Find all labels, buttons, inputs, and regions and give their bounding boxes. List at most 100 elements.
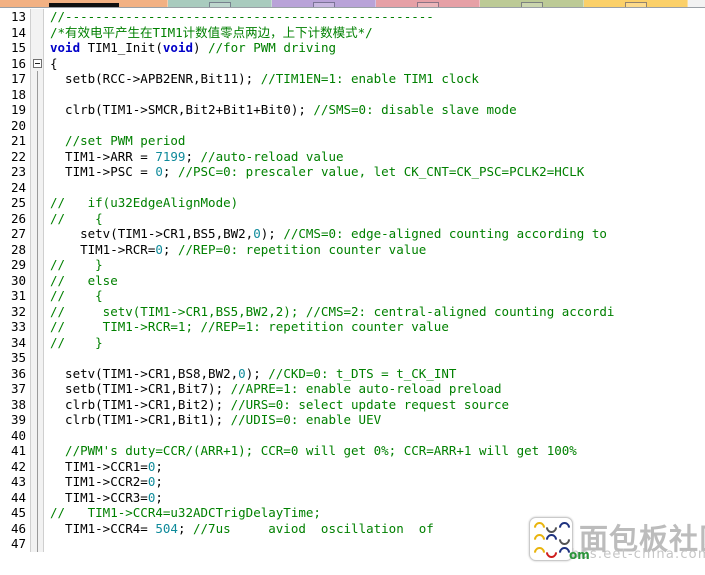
- code-line[interactable]: 24: [0, 179, 705, 196]
- fold-column[interactable]: [30, 257, 44, 273]
- code-text[interactable]: [44, 87, 705, 103]
- code-line[interactable]: 20: [0, 117, 705, 134]
- fold-column[interactable]: [30, 520, 44, 536]
- code-text[interactable]: TIM1->RCR=0; //REP=0: repetition counter…: [44, 242, 705, 258]
- fold-column[interactable]: [30, 474, 44, 490]
- fold-column[interactable]: [30, 86, 44, 102]
- file-tab-strip[interactable]: [0, 0, 705, 8]
- fold-column[interactable]: [30, 365, 44, 381]
- code-text[interactable]: [44, 350, 705, 366]
- code-line[interactable]: 42 TIM1->CCR1=0;: [0, 458, 705, 475]
- fold-column[interactable]: [30, 102, 44, 118]
- code-line[interactable]: 43 TIM1->CCR2=0;: [0, 474, 705, 490]
- code-text[interactable]: {: [44, 56, 705, 72]
- code-text[interactable]: void TIM1_Init(void) //for PWM driving: [44, 40, 705, 56]
- code-text[interactable]: TIM1->ARR = 7199; //auto-reload value: [44, 149, 705, 165]
- fold-column[interactable]: [30, 505, 44, 521]
- code-line[interactable]: 13 //------------------------------------…: [0, 9, 705, 25]
- code-text[interactable]: // else: [44, 273, 705, 289]
- fold-column[interactable]: [30, 24, 44, 40]
- code-text[interactable]: // setv(TIM1->CR1,BS5,BW2,2); //CMS=2: c…: [44, 304, 705, 320]
- code-text[interactable]: // TIM1->RCR=1; //REP=1: repetition coun…: [44, 319, 705, 335]
- code-text[interactable]: [44, 180, 705, 196]
- fold-column[interactable]: [30, 9, 44, 25]
- code-line[interactable]: 22 TIM1->ARR = 7199; //auto-reload value: [0, 148, 705, 165]
- code-text[interactable]: //set PWM period: [44, 133, 705, 149]
- code-line[interactable]: 35: [0, 350, 705, 366]
- code-text[interactable]: TIM1->CCR4= 504; //7us aviod oscillation…: [44, 521, 705, 537]
- file-tab-0[interactable]: [0, 0, 168, 7]
- code-text[interactable]: clrb(TIM1->SMCR,Bit2+Bit1+Bit0); //SMS=0…: [44, 102, 705, 118]
- fold-column[interactable]: [30, 288, 44, 304]
- code-line[interactable]: 23 TIM1->PSC = 0; //PSC=0: prescaler val…: [0, 164, 705, 180]
- editor-pane[interactable]: 13 //------------------------------------…: [0, 9, 705, 575]
- fold-column[interactable]: [30, 164, 44, 180]
- fold-column[interactable]: [30, 443, 44, 459]
- code-line[interactable]: 39 clrb(TIM1->CR1,Bit1); //UDIS=0: enabl…: [0, 412, 705, 428]
- fold-column[interactable]: [30, 334, 44, 350]
- fold-column[interactable]: [30, 210, 44, 226]
- fold-collapse-icon[interactable]: [33, 58, 42, 68]
- code-lines-container[interactable]: 13 //------------------------------------…: [0, 9, 705, 575]
- fold-column[interactable]: [30, 226, 44, 242]
- code-line[interactable]: 31 // {: [0, 288, 705, 304]
- code-line[interactable]: 19 clrb(TIM1->SMCR,Bit2+Bit1+Bit0); //SM…: [0, 102, 705, 118]
- code-line[interactable]: 21 //set PWM period: [0, 133, 705, 149]
- code-text[interactable]: // if(u32EdgeAlignMode): [44, 195, 705, 211]
- fold-column[interactable]: [30, 350, 44, 366]
- code-text[interactable]: [44, 536, 705, 552]
- fold-column[interactable]: [30, 381, 44, 397]
- code-text[interactable]: setb(RCC->APB2ENR,Bit11); //TIM1EN=1: en…: [44, 71, 705, 87]
- code-line[interactable]: 45 // TIM1->CCR4=u32ADCTrigDelayTime;: [0, 505, 705, 521]
- code-text[interactable]: // {: [44, 211, 705, 227]
- file-tab-1[interactable]: [168, 0, 272, 7]
- code-text[interactable]: TIM1->CCR1=0;: [44, 459, 705, 475]
- code-line[interactable]: 37 setb(TIM1->CR1,Bit7); //APRE=1: enabl…: [0, 381, 705, 397]
- fold-column[interactable]: [30, 427, 44, 443]
- fold-column[interactable]: [30, 458, 44, 474]
- fold-column[interactable]: [30, 489, 44, 505]
- code-text[interactable]: // }: [44, 335, 705, 351]
- fold-column[interactable]: [30, 133, 44, 149]
- fold-column[interactable]: [30, 412, 44, 428]
- fold-column[interactable]: [30, 148, 44, 164]
- code-line[interactable]: 38 clrb(TIM1->CR1,Bit2); //URS=0: select…: [0, 396, 705, 413]
- fold-column[interactable]: [30, 396, 44, 412]
- code-line[interactable]: 46 TIM1->CCR4= 504; //7us aviod oscillat…: [0, 520, 705, 537]
- code-text[interactable]: TIM1->CCR2=0;: [44, 474, 705, 490]
- code-line[interactable]: 25 // if(u32EdgeAlignMode): [0, 195, 705, 211]
- code-line[interactable]: 44 TIM1->CCR3=0;: [0, 489, 705, 506]
- code-line[interactable]: 40: [0, 427, 705, 444]
- code-text[interactable]: clrb(TIM1->CR1,Bit2); //URS=0: select up…: [44, 397, 705, 413]
- code-line[interactable]: 18: [0, 86, 705, 103]
- code-line[interactable]: 34 // }: [0, 334, 705, 351]
- code-text[interactable]: setb(TIM1->CR1,Bit7); //APRE=1: enable a…: [44, 381, 705, 397]
- fold-column[interactable]: [30, 536, 44, 552]
- fold-column[interactable]: [30, 303, 44, 319]
- code-line[interactable]: 33 // TIM1->RCR=1; //REP=1: repetition co…: [0, 319, 705, 335]
- code-text[interactable]: // {: [44, 288, 705, 304]
- fold-column[interactable]: [30, 71, 44, 87]
- file-tab-5[interactable]: [584, 0, 688, 7]
- fold-column[interactable]: [30, 179, 44, 195]
- fold-column[interactable]: [30, 40, 44, 56]
- code-text[interactable]: //PWM's duty=CCR/(ARR+1); CCR=0 will get…: [44, 443, 705, 459]
- fold-column[interactable]: [30, 272, 44, 288]
- code-text[interactable]: setv(TIM1->CR1,BS5,BW2,0); //CMS=0: edge…: [44, 226, 705, 242]
- code-text[interactable]: setv(TIM1->CR1,BS8,BW2,0); //CKD=0: t_DT…: [44, 366, 705, 382]
- fold-column[interactable]: [30, 195, 44, 211]
- code-text[interactable]: TIM1->CCR3=0;: [44, 490, 705, 506]
- code-line[interactable]: 26 // {: [0, 210, 705, 227]
- code-text[interactable]: //--------------------------------------…: [44, 9, 705, 25]
- code-text[interactable]: clrb(TIM1->CR1,Bit1); //UDIS=0: enable U…: [44, 412, 705, 428]
- code-line[interactable]: 14 /*有效电平产生在TIM1计数值零点两边，上下计数模式*/: [0, 24, 705, 40]
- code-line[interactable]: 36 setv(TIM1->CR1,BS8,BW2,0); //CKD=0: t…: [0, 365, 705, 382]
- code-line[interactable]: 27 setv(TIM1->CR1,BS5,BW2,0); //CMS=0: e…: [0, 226, 705, 242]
- code-text[interactable]: [44, 428, 705, 444]
- fold-column[interactable]: [30, 117, 44, 133]
- code-line[interactable]: 32 // setv(TIM1->CR1,BS5,BW2,2); //CMS=2:…: [0, 303, 705, 320]
- code-text[interactable]: // }: [44, 257, 705, 273]
- code-line[interactable]: 17 setb(RCC->APB2ENR,Bit11); //TIM1EN=1:…: [0, 71, 705, 87]
- code-line[interactable]: 41 //PWM's duty=CCR/(ARR+1); CCR=0 will …: [0, 443, 705, 459]
- code-text[interactable]: [44, 118, 705, 134]
